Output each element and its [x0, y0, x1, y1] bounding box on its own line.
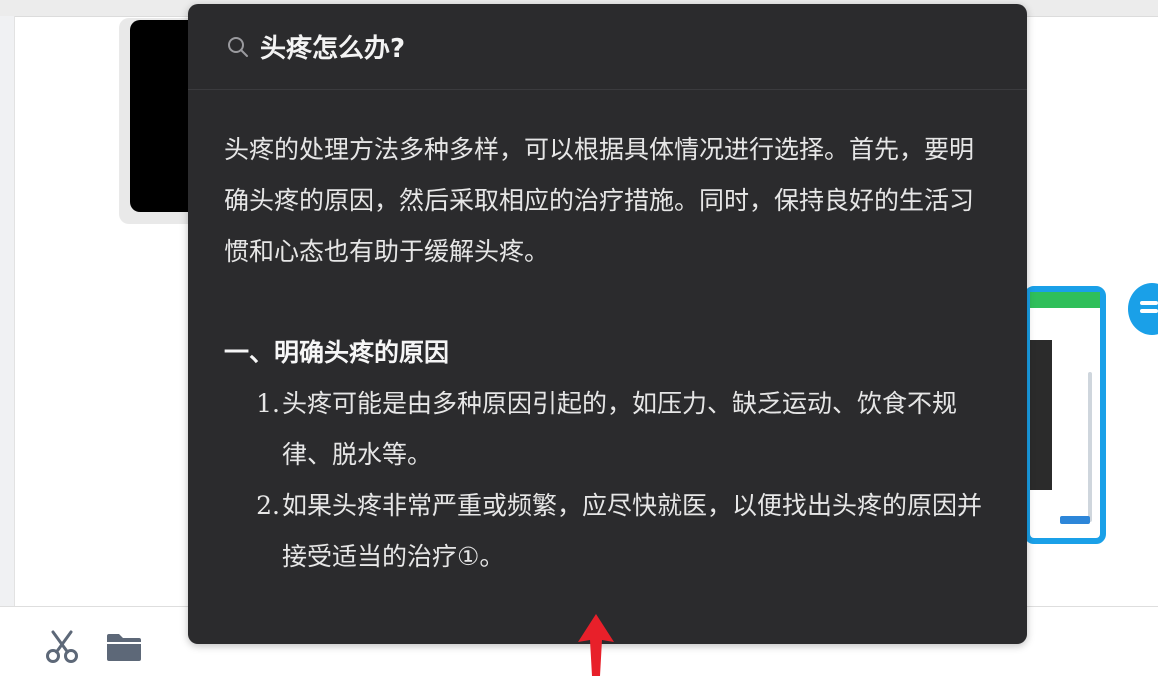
preview-card-scrollbar[interactable]: [1088, 372, 1092, 522]
list-number: 2.: [256, 491, 280, 520]
scissors-icon: [46, 630, 78, 663]
list-item: 1. 头疼可能是由多种原因引起的，如压力、缺乏运动、饮食不规律、脱水等。: [224, 378, 989, 480]
answer-body: 头疼的处理方法多种多样，可以根据具体情况进行选择。首先，要明确头疼的原因，然后采…: [188, 90, 1027, 644]
section-list: 1. 头疼可能是由多种原因引起的，如压力、缺乏运动、饮食不规律、脱水等。 2. …: [224, 378, 989, 582]
list-text: 如果头疼非常严重或频繁，应尽快就医，以便找出头疼的原因并接受适当的治疗①。: [282, 491, 983, 571]
list-number: 1.: [256, 389, 280, 418]
folder-icon: [107, 634, 141, 661]
preview-card-titlebar: [1030, 292, 1100, 308]
list-item: 2. 如果头疼非常严重或频繁，应尽快就医，以便找出头疼的原因并接受适当的治疗①。: [224, 480, 989, 582]
search-icon: [228, 36, 248, 57]
answer-intro: 头疼的处理方法多种多样，可以根据具体情况进行选择。首先，要明确头疼的原因，然后采…: [224, 135, 975, 266]
chat-bubble-lines: [1140, 301, 1158, 305]
list-text: 头疼可能是由多种原因引起的，如压力、缺乏运动、饮食不规律、脱水等。: [282, 389, 958, 469]
preview-card-panel: [1030, 340, 1052, 490]
query-text: 头疼怎么办?: [260, 34, 406, 64]
red-arrow-icon: [578, 614, 614, 676]
left-rail: [0, 16, 15, 606]
preview-card[interactable]: [1024, 286, 1106, 544]
cut-button[interactable]: [42, 627, 82, 667]
popup-header: 头疼怎么办?: [188, 4, 1027, 90]
folder-button[interactable]: [104, 627, 144, 667]
section-heading: 一、明确头疼的原因: [224, 338, 450, 367]
ai-answer-popup: 头疼怎么办? 头疼的处理方法多种多样，可以根据具体情况进行选择。首先，要明确头疼…: [188, 4, 1027, 644]
preview-card-button[interactable]: [1060, 516, 1090, 524]
